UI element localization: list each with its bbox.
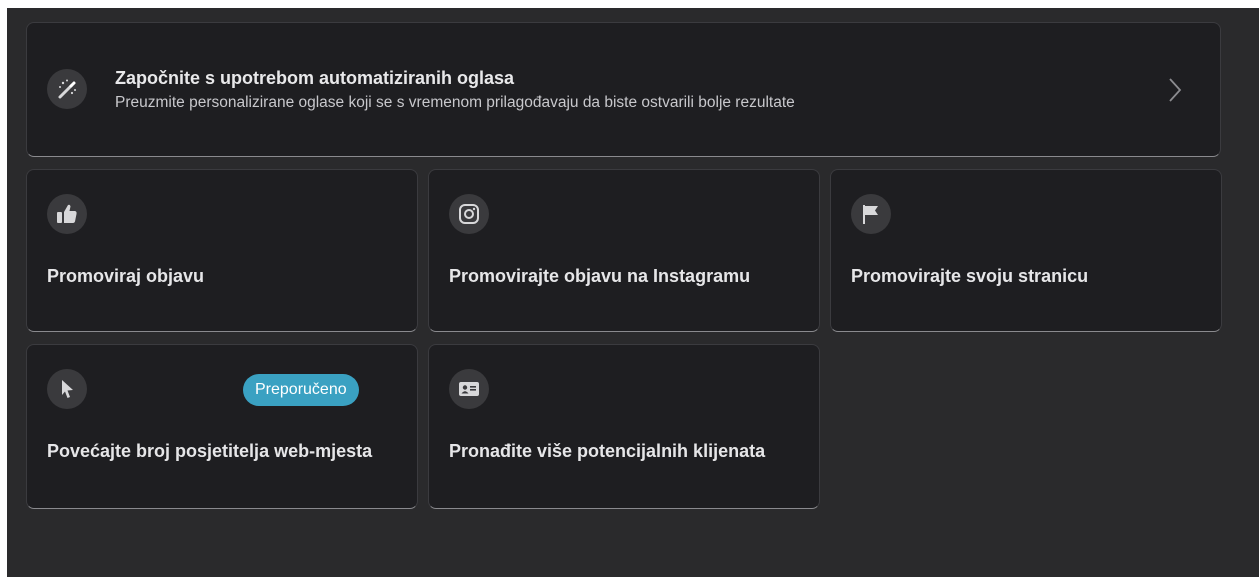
contact-card-icon: [449, 369, 489, 409]
option-website-visitors[interactable]: Preporučeno Povećajte broj posjetitelja …: [26, 344, 418, 509]
automated-ads-subtitle: Preuzmite personalizirane oglase koji se…: [115, 94, 795, 111]
chevron-right-icon: [1168, 77, 1182, 108]
option-label: Povećajte broj posjetitelja web-mjesta: [47, 441, 373, 461]
cursor-icon: [47, 369, 87, 409]
option-promote-page[interactable]: Promovirajte svoju stranicu: [830, 169, 1222, 332]
automated-ads-title: Započnite s upotrebom automatiziranih og…: [115, 68, 515, 88]
option-label: Promovirajte svoju stranicu: [851, 266, 1089, 286]
option-label: Promoviraj objavu: [47, 266, 205, 286]
option-promote-post[interactable]: Promoviraj objavu: [26, 169, 418, 332]
ad-goal-panel: Započnite s upotrebom automatiziranih og…: [7, 8, 1259, 577]
flag-icon: [851, 194, 891, 234]
thumbs-up-icon: [47, 194, 87, 234]
instagram-icon: [449, 194, 489, 234]
option-label: Promovirajte objavu na Instagramu: [449, 266, 751, 286]
option-promote-instagram[interactable]: Promovirajte objavu na Instagramu: [428, 169, 820, 332]
automated-ads-card[interactable]: Započnite s upotrebom automatiziranih og…: [26, 22, 1221, 157]
option-label: Pronađite više potencijalnih klijenata: [449, 441, 766, 461]
magic-wand-icon: [47, 69, 87, 109]
option-get-leads[interactable]: Pronađite više potencijalnih klijenata: [428, 344, 820, 509]
recommended-badge: Preporučeno: [243, 374, 359, 406]
